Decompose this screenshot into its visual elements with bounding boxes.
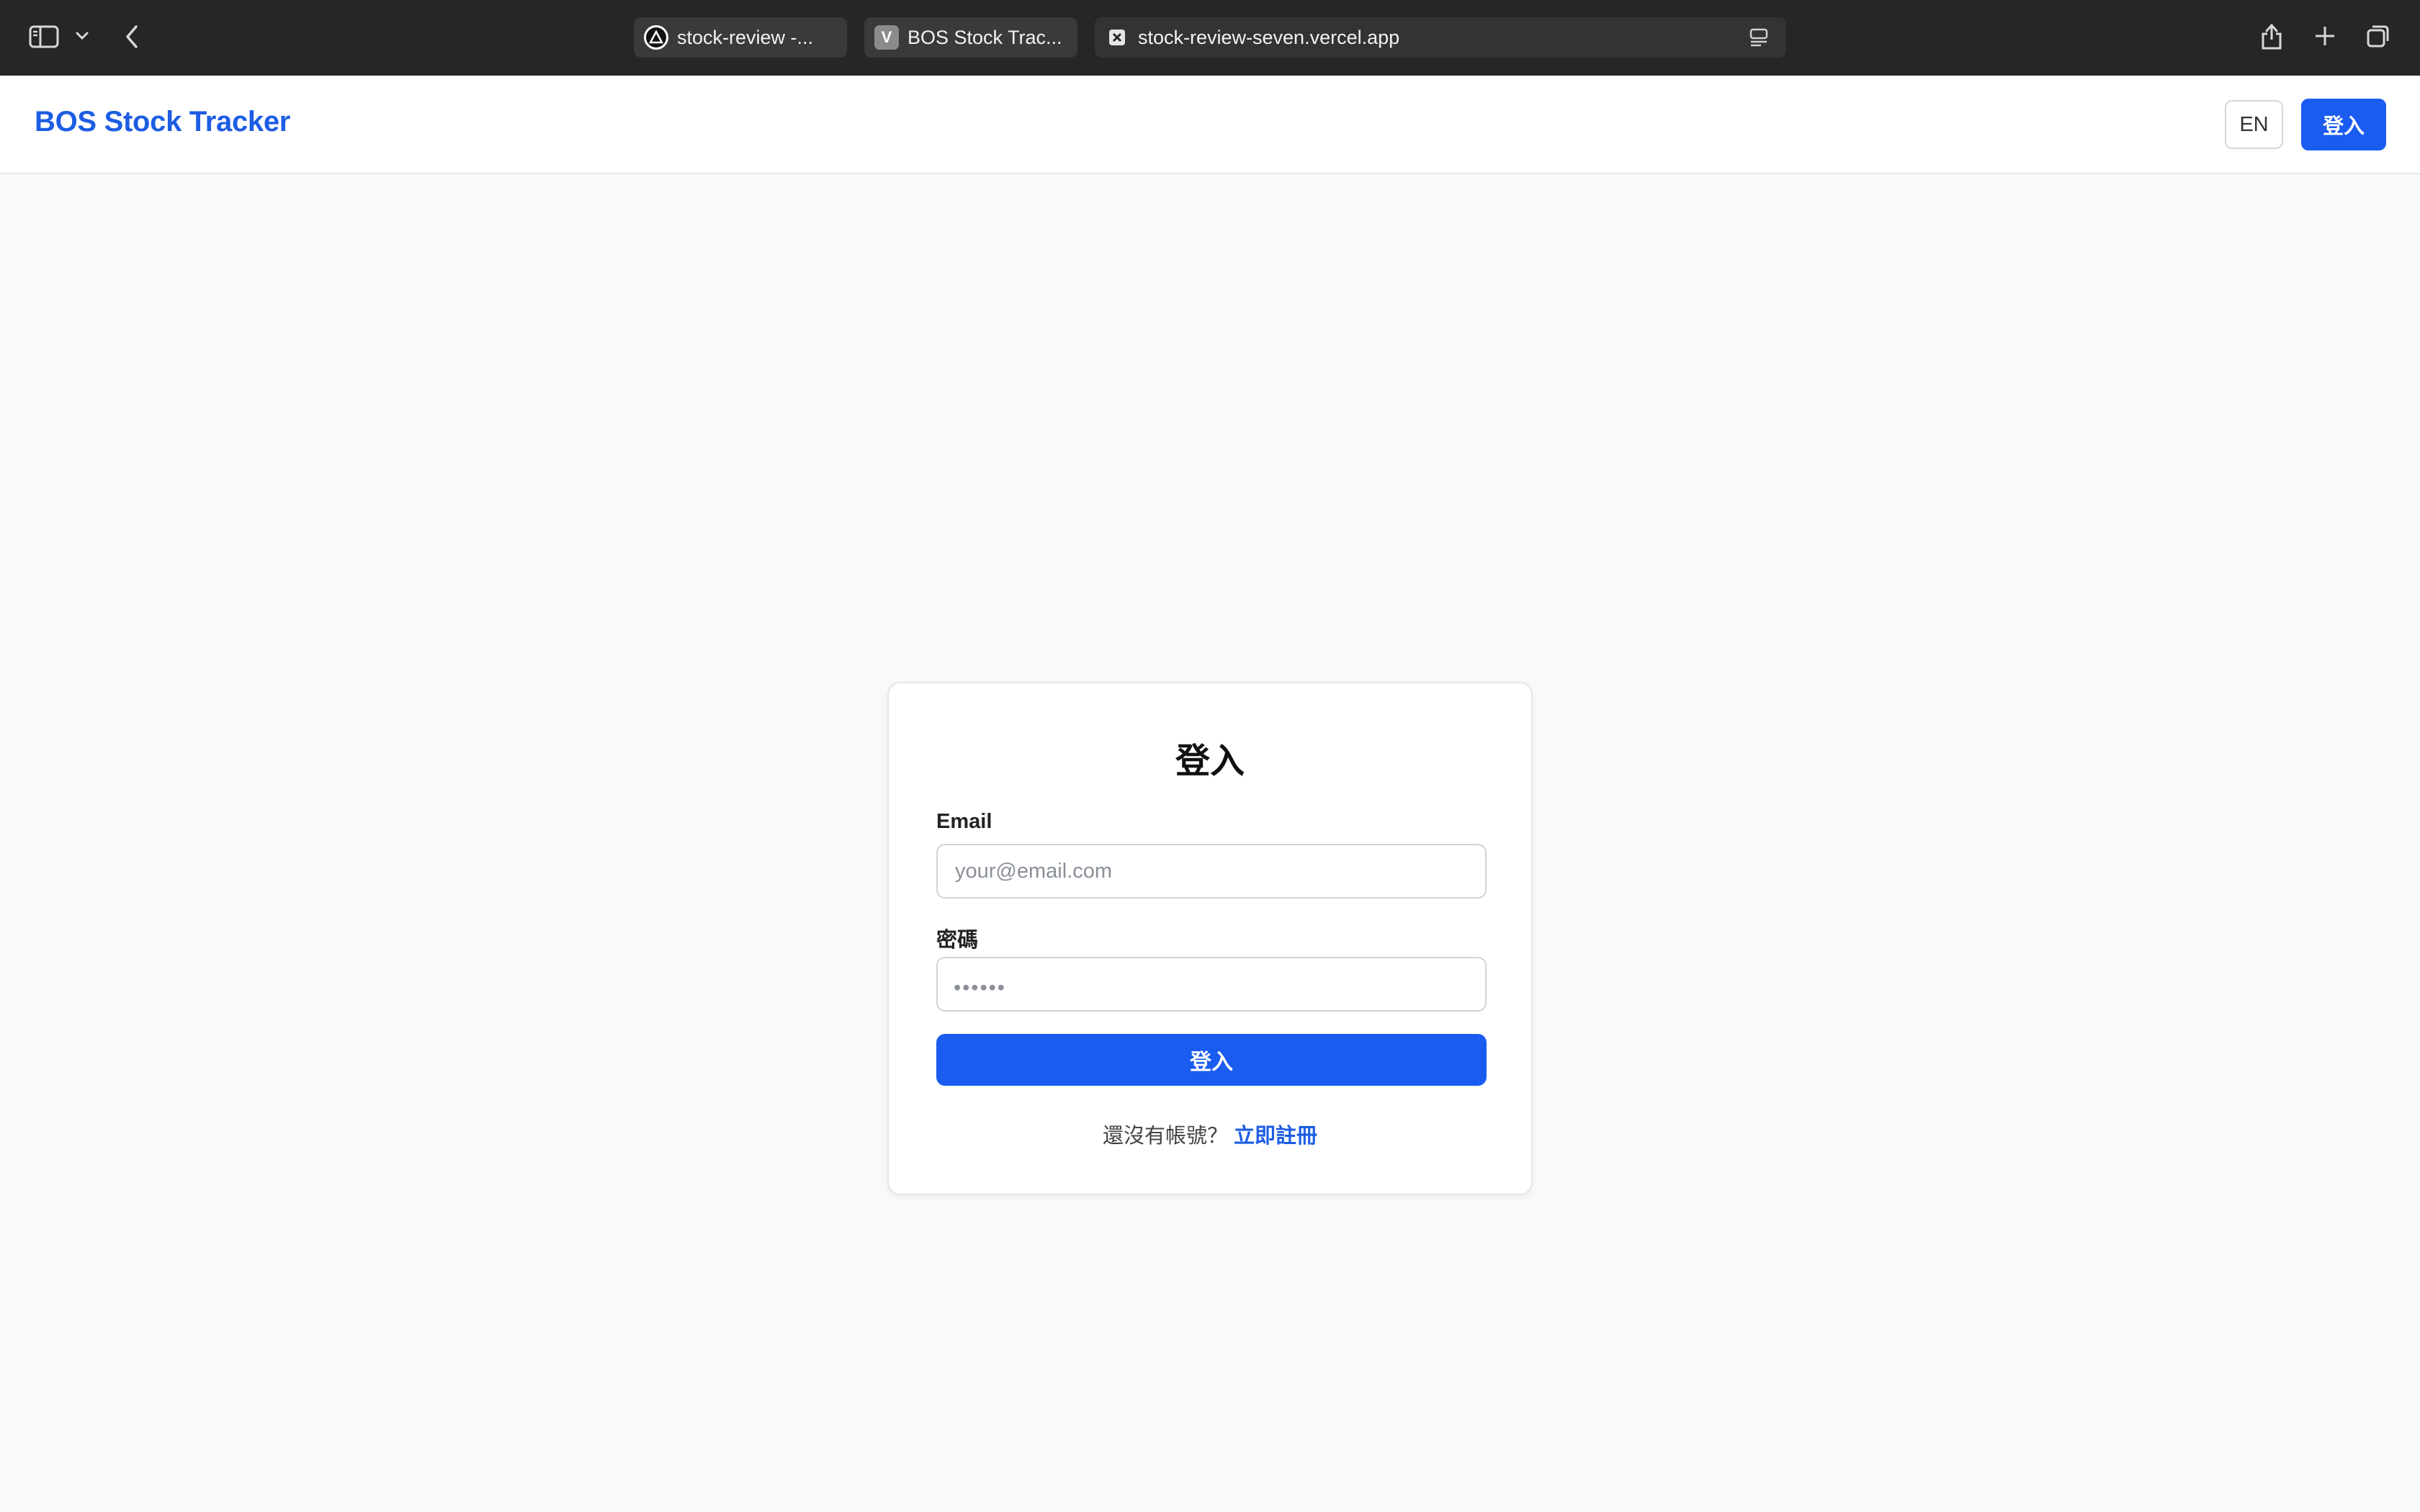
browser-toolbar: stock-review -... V BOS Stock Trac... st… xyxy=(0,0,2420,76)
email-field[interactable] xyxy=(936,844,1487,899)
password-field[interactable] xyxy=(936,957,1487,1012)
login-card: 登入 Email 密碼 •••••• 登入 還沒有帳號？ 立即註冊 xyxy=(887,682,1533,1195)
url-text: stock-review-seven.vercel.app xyxy=(1138,26,1400,48)
brand-logo[interactable]: BOS Stock Tracker xyxy=(35,106,290,138)
password-placeholder: •••••• xyxy=(954,976,1006,999)
tab-label: BOS Stock Trac... xyxy=(908,26,1062,48)
tab-overview-icon[interactable] xyxy=(2364,22,2393,50)
close-box-icon xyxy=(1105,25,1129,50)
login-submit-button[interactable]: 登入 xyxy=(936,1034,1487,1086)
v-letter-icon: V xyxy=(874,25,899,50)
signup-link[interactable]: 立即註冊 xyxy=(1234,1125,1317,1148)
tab-stock-review[interactable]: stock-review -... xyxy=(634,17,847,58)
reader-icon[interactable] xyxy=(1749,27,1769,53)
vercel-triangle-icon xyxy=(644,25,668,50)
password-label: 密碼 xyxy=(936,929,979,952)
login-title: 登入 xyxy=(1175,742,1245,780)
tab-label: stock-review -... xyxy=(677,26,814,48)
sidebar-toggle-icon[interactable] xyxy=(27,23,60,50)
signup-prompt: 還沒有帳號？ xyxy=(1102,1125,1228,1148)
signup-prompt-row: 還沒有帳號？ 立即註冊 xyxy=(889,1119,1531,1149)
email-label: Email xyxy=(936,810,992,833)
site-header: BOS Stock Tracker EN 登入 xyxy=(0,76,2420,174)
share-icon[interactable] xyxy=(2257,19,2286,53)
new-tab-icon[interactable] xyxy=(2311,22,2339,50)
back-icon[interactable] xyxy=(121,23,143,50)
header-login-button[interactable]: 登入 xyxy=(2301,99,2386,150)
address-bar[interactable]: stock-review-seven.vercel.app xyxy=(1095,17,1786,58)
tab-bos-stock-tracker[interactable]: V BOS Stock Trac... xyxy=(864,17,1077,58)
language-button[interactable]: EN xyxy=(2225,100,2283,149)
chevron-down-icon[interactable] xyxy=(73,27,91,45)
